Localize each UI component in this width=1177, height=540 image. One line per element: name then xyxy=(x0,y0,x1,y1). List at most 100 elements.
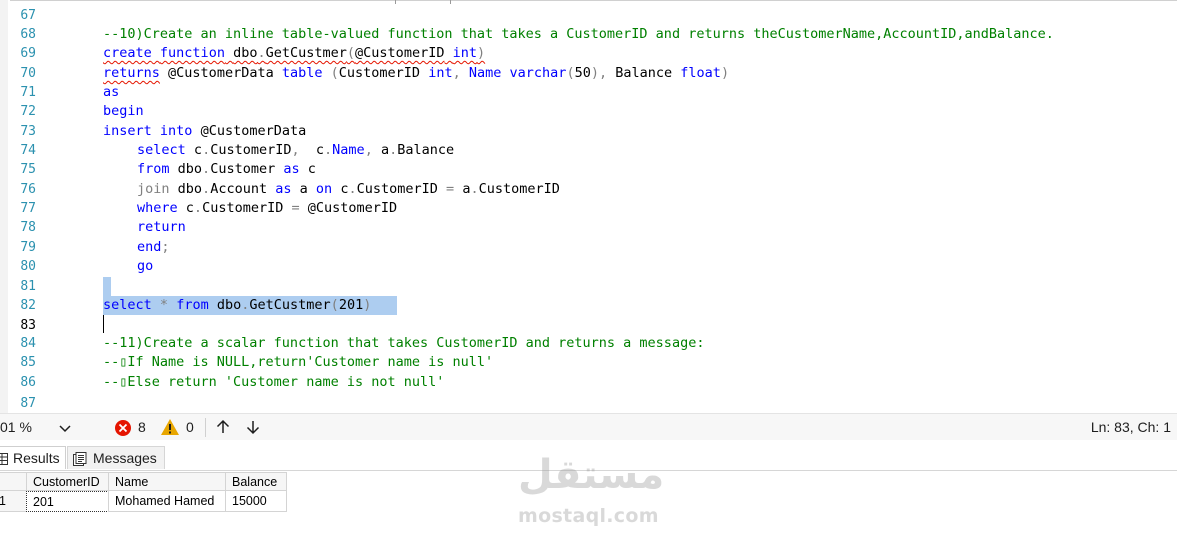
zoom-dropdown[interactable]: 01 % xyxy=(0,417,80,437)
code-line: 77 where c.CustomerID = @CustomerID xyxy=(0,199,1177,218)
variable: @CustomerData xyxy=(200,123,307,139)
line-number: 76 xyxy=(20,182,36,197)
variable: @CustomerID xyxy=(307,200,398,216)
keyword: table xyxy=(281,65,323,81)
line-number: 74 xyxy=(20,143,36,158)
line-number: 77 xyxy=(20,201,36,216)
code-line: 86 --▯Else return 'Customer name is not … xyxy=(0,373,1177,392)
line-number: 70 xyxy=(20,66,36,81)
function-name: GetCustmer xyxy=(249,297,331,313)
keyword: as xyxy=(103,84,120,100)
grid-cell[interactable]: 15000 xyxy=(225,491,287,512)
keyword: return xyxy=(137,219,186,235)
keyword: as xyxy=(275,181,292,197)
line-number: 79 xyxy=(20,240,36,255)
editor-status-bar: 01 % 8 0 Ln: 83, Ch: 1 xyxy=(0,413,1177,441)
line-number: 86 xyxy=(20,375,36,390)
row-number[interactable]: 1 xyxy=(0,491,27,512)
code-line: 67 xyxy=(0,6,1177,25)
line-number: 67 xyxy=(20,8,36,23)
keyword: where xyxy=(137,200,178,216)
code-line: 78 return xyxy=(0,218,1177,237)
column-header[interactable]: Name xyxy=(108,472,226,491)
code-text: insert into @CustomerData xyxy=(103,122,306,141)
column-header[interactable]: Balance xyxy=(225,472,287,491)
alias: a xyxy=(380,142,390,158)
keyword: select xyxy=(137,142,186,158)
alias: c xyxy=(193,142,203,158)
keyword: returns xyxy=(103,65,160,81)
comment-text: --▯If Name is NULL,return'Customer name … xyxy=(103,354,494,370)
column: Balance xyxy=(615,65,673,81)
code-line: 75 from dbo.Customer as c xyxy=(0,160,1177,179)
tab-messages[interactable]: Messages xyxy=(67,446,165,469)
tab-results[interactable]: Results xyxy=(0,446,66,469)
keyword: into xyxy=(159,123,193,139)
keyword: select xyxy=(103,297,152,313)
column: CustomerID xyxy=(356,181,438,197)
line-number: 85 xyxy=(20,355,36,370)
grid-cell[interactable]: Mohamed Hamed xyxy=(108,491,226,512)
keyword: create xyxy=(103,45,152,61)
code-line: 70 returns @CustomerData table (Customer… xyxy=(0,64,1177,83)
keyword: join xyxy=(137,181,170,197)
code-line: 83 xyxy=(0,316,1177,335)
code-line: 73 insert into @CustomerData xyxy=(0,122,1177,141)
grid-icon xyxy=(0,452,8,469)
line-number: 71 xyxy=(20,85,36,100)
code-line: 72 begin xyxy=(0,102,1177,121)
line-number: 82 xyxy=(20,298,36,313)
error-icon[interactable] xyxy=(114,419,132,440)
type: int xyxy=(428,65,453,81)
alias: c xyxy=(185,200,194,216)
warning-count[interactable]: 0 xyxy=(186,419,194,435)
line-number: 68 xyxy=(20,27,36,42)
query-editor[interactable]: 67 68 --10)Create an inline table-valued… xyxy=(0,0,1177,413)
keyword: insert xyxy=(103,123,152,139)
grid-cell[interactable]: 201 xyxy=(26,491,109,512)
row-number-label: 1 xyxy=(0,494,6,508)
line-number: 75 xyxy=(20,162,36,177)
code-text: returns @CustomerData table (CustomerID … xyxy=(103,65,730,81)
editor-top-border xyxy=(10,0,1177,1)
line-number: 73 xyxy=(20,124,36,139)
code-text: end; xyxy=(137,239,170,255)
column-header-label: Balance xyxy=(232,475,278,489)
parameter: @CustomerID xyxy=(355,45,445,61)
code-line: 79 end; xyxy=(0,238,1177,257)
column: Balance xyxy=(397,142,455,158)
column: CustomerID xyxy=(338,65,421,81)
code-text: where c.CustomerID = @CustomerID xyxy=(137,200,398,216)
text-cursor xyxy=(103,315,104,333)
error-count[interactable]: 8 xyxy=(138,419,146,435)
line-number: 87 xyxy=(20,396,36,411)
zoom-value: 01 % xyxy=(0,419,32,435)
function-name: GetCustmer xyxy=(265,45,347,61)
code-line: 80 go xyxy=(0,257,1177,276)
column-header-label: Name xyxy=(115,475,149,489)
line-number: 80 xyxy=(20,259,36,274)
type: int xyxy=(452,45,477,61)
scroll-marker xyxy=(450,0,451,4)
alias: c xyxy=(307,161,316,177)
type: float xyxy=(680,65,721,81)
arrow-down-icon[interactable] xyxy=(244,418,262,439)
keyword: go xyxy=(137,258,154,274)
code-line: 81 xyxy=(0,277,1177,296)
comment-text: --10)Create an inline table-valued funct… xyxy=(103,26,1054,42)
column-header[interactable]: CustomerID xyxy=(26,472,109,491)
line-number: 78 xyxy=(20,220,36,235)
warning-icon[interactable] xyxy=(160,418,180,439)
row-header-corner xyxy=(0,472,27,491)
scroll-marker xyxy=(395,0,396,4)
code-line: 84 --11)Create a scalar function that ta… xyxy=(0,334,1177,353)
comment-text: --11)Create a scalar function that takes… xyxy=(103,335,705,351)
line-number: 72 xyxy=(20,104,36,119)
variable: @CustomerData xyxy=(168,65,274,81)
mostaql-watermark: مستقل mostaql.com xyxy=(510,452,670,532)
divider xyxy=(205,418,206,437)
arrow-up-icon[interactable] xyxy=(214,418,232,439)
table-name: Account xyxy=(210,181,268,197)
schema-name: dbo xyxy=(177,161,203,177)
code-line: 68 --10)Create an inline table-valued fu… xyxy=(0,25,1177,44)
